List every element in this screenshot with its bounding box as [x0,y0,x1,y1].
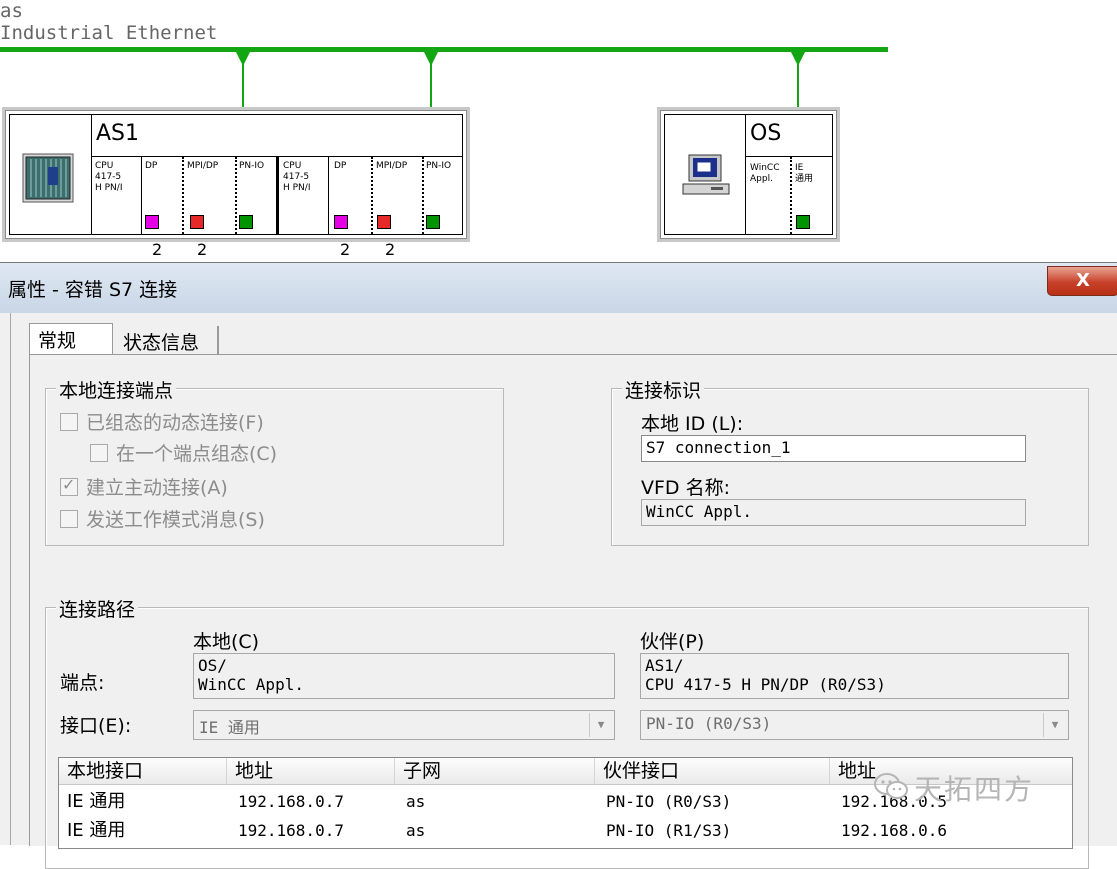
node-count: 2 [197,240,208,259]
bus-connection-as1-a [236,52,250,108]
node-count: 2 [340,240,351,259]
module-dp-b[interactable]: DP [334,161,346,172]
module-pnio-a[interactable]: PN-IO [239,161,264,172]
group-title-connection-path: 连接路径 [56,595,139,622]
module-cpu-b[interactable]: CPU 417-5 H PN/I [283,161,310,194]
station-title-os: OS [750,121,782,146]
local-interface-select[interactable]: IE 通用 ▼ [193,710,615,740]
station-os[interactable]: OS WinCC Appl. IE 通用 [657,107,840,242]
wechat-logo-icon [874,773,908,799]
local-column-header: 本地(C) [193,631,260,653]
module-mpidp-b[interactable]: MPI/DP [376,161,407,172]
module-pnio-b[interactable]: PN-IO [426,161,451,172]
group-title-connection-id: 连接标识 [622,376,705,403]
group-local-endpoint: 本地连接端点 已组态的动态连接(F) 在一个端点组态(C) 建立主动连接(A) … [45,376,504,546]
module-mpidp-a[interactable]: MPI/DP [187,161,218,172]
dialog-title: 属性 - 容错 S7 连接 [8,279,178,301]
pnio-port-indicator [239,215,253,229]
checkbox-one-endpoint[interactable] [90,444,108,462]
network-view: as Industrial Ethernet AS1 CPU 417-5 H P… [0,0,1117,262]
vfd-name-field: WinCC Appl. [641,499,1026,526]
node-count: 2 [385,240,396,259]
dp-port-indicator [334,215,348,229]
option-send-mode-messages[interactable]: 发送工作模式消息(S) [60,505,265,532]
station-as1[interactable]: AS1 CPU 417-5 H PN/I DP MPI/DP PN-IO CPU… [2,107,470,242]
module-wincc-appl[interactable]: WinCC Appl. [750,163,779,185]
mpi-port-indicator [377,215,391,229]
checkbox-configured-dynamic[interactable] [60,413,78,431]
dp-port-indicator [145,215,159,229]
table-row[interactable]: IE 通用 192.168.0.7 as PN-IO (R1/S3) 192.1… [59,817,1072,845]
ethernet-bus-line[interactable] [0,47,888,52]
group-title-local-endpoint: 本地连接端点 [56,376,177,403]
column-header-partner-interface[interactable]: 伙伴接口 [595,758,830,784]
dialog-titlebar[interactable]: 属性 - 容错 S7 连接 X [0,263,1117,313]
close-button[interactable]: X [1047,266,1117,296]
network-type: Industrial Ethernet [0,22,218,44]
option-configured-dynamic[interactable]: 已组态的动态连接(F) [60,408,264,435]
group-connection-id: 连接标识 本地 ID (L): S7 connection_1 VFD 名称: … [611,376,1089,546]
tab-general[interactable]: 常规 [29,323,113,355]
column-header-address[interactable]: 地址 [227,758,395,784]
module-dp-a[interactable]: DP [145,161,157,172]
bus-connection-os [791,52,805,108]
tab-status-info[interactable]: 状态信息 [115,326,219,356]
column-header-subnet[interactable]: 子网 [395,758,595,784]
option-one-endpoint[interactable]: 在一个端点组态(C) [90,439,277,466]
checkbox-send-mode-messages[interactable] [60,510,78,528]
partner-column-header: 伙伴(P) [640,631,705,653]
ie-port-indicator [796,215,810,229]
interface-label: 接口(E): [60,715,132,737]
local-endpoint-field: OS/ WinCC Appl. [193,653,615,699]
pnio-port-indicator [426,215,440,229]
local-id-input[interactable]: S7 connection_1 [641,435,1026,462]
chevron-down-icon[interactable]: ▼ [1043,713,1066,737]
network-name: as [0,0,23,22]
partner-interface-select[interactable]: PN-IO (R0/S3) ▼ [640,710,1069,740]
plc-rack-icon [22,153,74,203]
partner-endpoint-field: AS1/ CPU 417-5 H PN/DP (R0/S3) [640,653,1069,699]
station-title-as1: AS1 [96,121,140,146]
mpi-port-indicator [190,215,204,229]
bus-connection-as1-b [424,52,438,108]
checkbox-active-connection[interactable] [60,475,78,496]
pc-station-icon [682,154,730,195]
local-id-label: 本地 ID (L): [641,413,744,435]
vfd-name-label: VFD 名称: [641,477,730,499]
option-active-connection[interactable]: 建立主动连接(A) [60,473,228,500]
module-cpu-a[interactable]: CPU 417-5 H PN/I [95,161,122,194]
watermark-text: 天拓四方 [914,773,1035,806]
endpoint-label: 端点: [60,672,105,694]
module-ie-general[interactable]: IE 通用 [795,163,813,185]
node-count: 2 [152,240,163,259]
chevron-down-icon[interactable]: ▼ [589,713,612,737]
column-header-local-interface[interactable]: 本地接口 [59,758,227,784]
